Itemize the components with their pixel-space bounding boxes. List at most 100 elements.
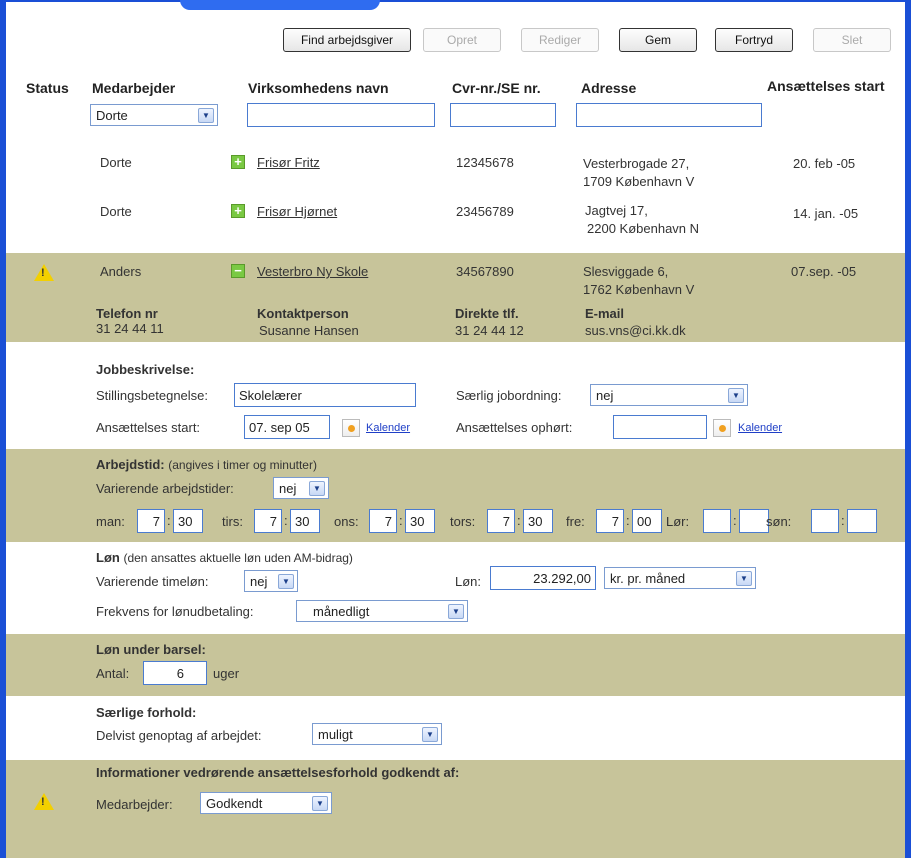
row-address-line1: Slesviggade 6,	[583, 264, 669, 279]
row-employee: Anders	[100, 264, 142, 279]
email-label: E-mail	[585, 306, 625, 321]
row-address-line1: Vesterbrogade 27,	[583, 156, 690, 171]
salary-label: Løn:	[455, 574, 482, 589]
chevron-down-icon: ▼	[309, 481, 325, 496]
expand-plus-icon[interactable]: +	[231, 204, 245, 218]
hours-input[interactable]	[703, 509, 731, 533]
save-button[interactable]: Gem	[619, 28, 697, 52]
address-filter-input[interactable]	[576, 103, 762, 127]
hours-input[interactable]: 7	[369, 509, 397, 533]
calendar-link[interactable]: Kalender	[738, 422, 782, 434]
pay-frequency-label: Frekvens for lønudbetaling:	[96, 604, 254, 619]
hours-input[interactable]: 7	[487, 509, 515, 533]
row-start: 07.sep. -05	[791, 264, 857, 279]
collapse-minus-icon[interactable]: −	[231, 264, 245, 278]
chevron-down-icon: ▼	[448, 604, 464, 619]
position-input[interactable]: Skolelærer	[234, 383, 416, 407]
minutes-input[interactable]: 30	[523, 509, 553, 533]
row-address-line2: 2200 København N	[587, 221, 700, 236]
minutes-input[interactable]: 30	[405, 509, 435, 533]
undo-button[interactable]: Fortryd	[715, 28, 793, 52]
variable-wage-select[interactable]: nej ▼	[244, 570, 298, 592]
weekday-label: tirs:	[222, 514, 243, 529]
variable-wage-label: Varierende timeløn:	[96, 574, 209, 589]
hours-input[interactable]	[811, 509, 839, 533]
row-start: 14. jan. -05	[793, 206, 859, 221]
approval-title: Informationer vedrørende ansættelsesforh…	[96, 765, 460, 780]
chevron-down-icon: ▼	[728, 388, 744, 403]
find-employer-button[interactable]: Find arbejdsgiver	[283, 28, 411, 52]
approval-employee-label: Medarbejder:	[96, 797, 173, 812]
col-status: Status	[26, 80, 69, 96]
row-cvr: 23456789	[456, 204, 514, 219]
hours-input[interactable]: 7	[137, 509, 165, 533]
weekday-label: tors:	[450, 514, 476, 529]
salary-title: Løn	[96, 550, 120, 565]
time-separator: :	[167, 513, 171, 528]
weekday-label: ons:	[334, 514, 359, 529]
salary-unit-value: kr. pr. måned	[610, 570, 686, 586]
expand-plus-icon[interactable]: +	[231, 155, 245, 169]
edit-button[interactable]: Rediger	[521, 28, 599, 52]
weekday-label: man:	[96, 514, 125, 529]
time-separator: :	[626, 513, 630, 528]
employment-start-input[interactable]: 07. sep 05	[244, 415, 330, 439]
time-separator: :	[284, 513, 288, 528]
row-address-line1: Jagtvej 17,	[585, 203, 648, 218]
chevron-down-icon: ▼	[422, 727, 438, 742]
weekday-label: Lør:	[666, 514, 690, 529]
employment-end-input[interactable]	[613, 415, 707, 439]
minutes-input[interactable]	[739, 509, 769, 533]
cvr-filter-input[interactable]	[450, 103, 556, 127]
calendar-icon[interactable]	[713, 419, 731, 437]
window-tab	[180, 0, 380, 10]
row-address-line2: 1709 København V	[583, 174, 695, 189]
variable-hours-value: nej	[279, 480, 297, 496]
variable-wage-value: nej	[250, 573, 268, 589]
approval-employee-value: Godkendt	[206, 795, 263, 811]
salary-input[interactable]: 23.292,00	[490, 566, 596, 590]
salary-unit-select[interactable]: kr. pr. måned ▼	[604, 567, 756, 589]
chevron-down-icon: ▼	[312, 796, 328, 811]
row-company-link[interactable]: Vesterbro Ny Skole	[257, 264, 368, 279]
delete-button[interactable]: Slet	[813, 28, 891, 52]
time-separator: :	[517, 513, 521, 528]
employment-start-label: Ansættelses start:	[96, 420, 201, 435]
maternity-count-input[interactable]: 6	[143, 661, 207, 685]
variable-hours-select[interactable]: nej ▼	[273, 477, 329, 499]
chevron-down-icon: ▼	[736, 571, 752, 586]
col-address: Adresse	[581, 80, 637, 96]
employee-filter-select[interactable]: Dorte ▼	[90, 104, 218, 126]
minutes-input[interactable]: 00	[632, 509, 662, 533]
row-address-line2: 1762 København V	[583, 282, 695, 297]
work-hours-title-row: Arbejdstid: (angives i timer og minutter…	[96, 457, 317, 472]
create-button[interactable]: Opret	[423, 28, 501, 52]
work-hours-title: Arbejdstid:	[96, 457, 165, 472]
partial-return-select[interactable]: muligt ▼	[312, 723, 442, 745]
hours-input[interactable]: 7	[596, 509, 624, 533]
partial-return-label: Delvist genoptag af arbejdet:	[96, 728, 262, 743]
approval-employee-select[interactable]: Godkendt ▼	[200, 792, 332, 814]
contact-person-label: Kontaktperson	[257, 306, 349, 321]
pay-frequency-value: månedligt	[313, 603, 370, 619]
row-employee: Dorte	[100, 155, 132, 170]
salary-note: (den ansattes aktuelle løn uden AM-bidra…	[123, 551, 353, 565]
minutes-input[interactable]: 30	[173, 509, 203, 533]
chevron-down-icon: ▼	[198, 108, 214, 123]
pay-frequency-select[interactable]: månedligt ▼	[296, 600, 468, 622]
calendar-link[interactable]: Kalender	[366, 422, 410, 434]
row-company-link[interactable]: Frisør Hjørnet	[257, 204, 337, 219]
position-label: Stillingsbetegnelse:	[96, 388, 209, 403]
hours-input[interactable]: 7	[254, 509, 282, 533]
direct-phone-value: 31 24 44 12	[455, 323, 524, 338]
company-filter-input[interactable]	[247, 103, 435, 127]
row-cvr: 12345678	[456, 155, 514, 170]
partial-return-value: muligt	[318, 726, 353, 742]
calendar-icon[interactable]	[342, 419, 360, 437]
time-separator: :	[841, 513, 845, 528]
minutes-input[interactable]: 30	[290, 509, 320, 533]
special-scheme-select[interactable]: nej ▼	[590, 384, 748, 406]
row-company-link[interactable]: Frisør Fritz	[257, 155, 320, 170]
col-employee: Medarbejder	[92, 80, 176, 96]
minutes-input[interactable]	[847, 509, 877, 533]
